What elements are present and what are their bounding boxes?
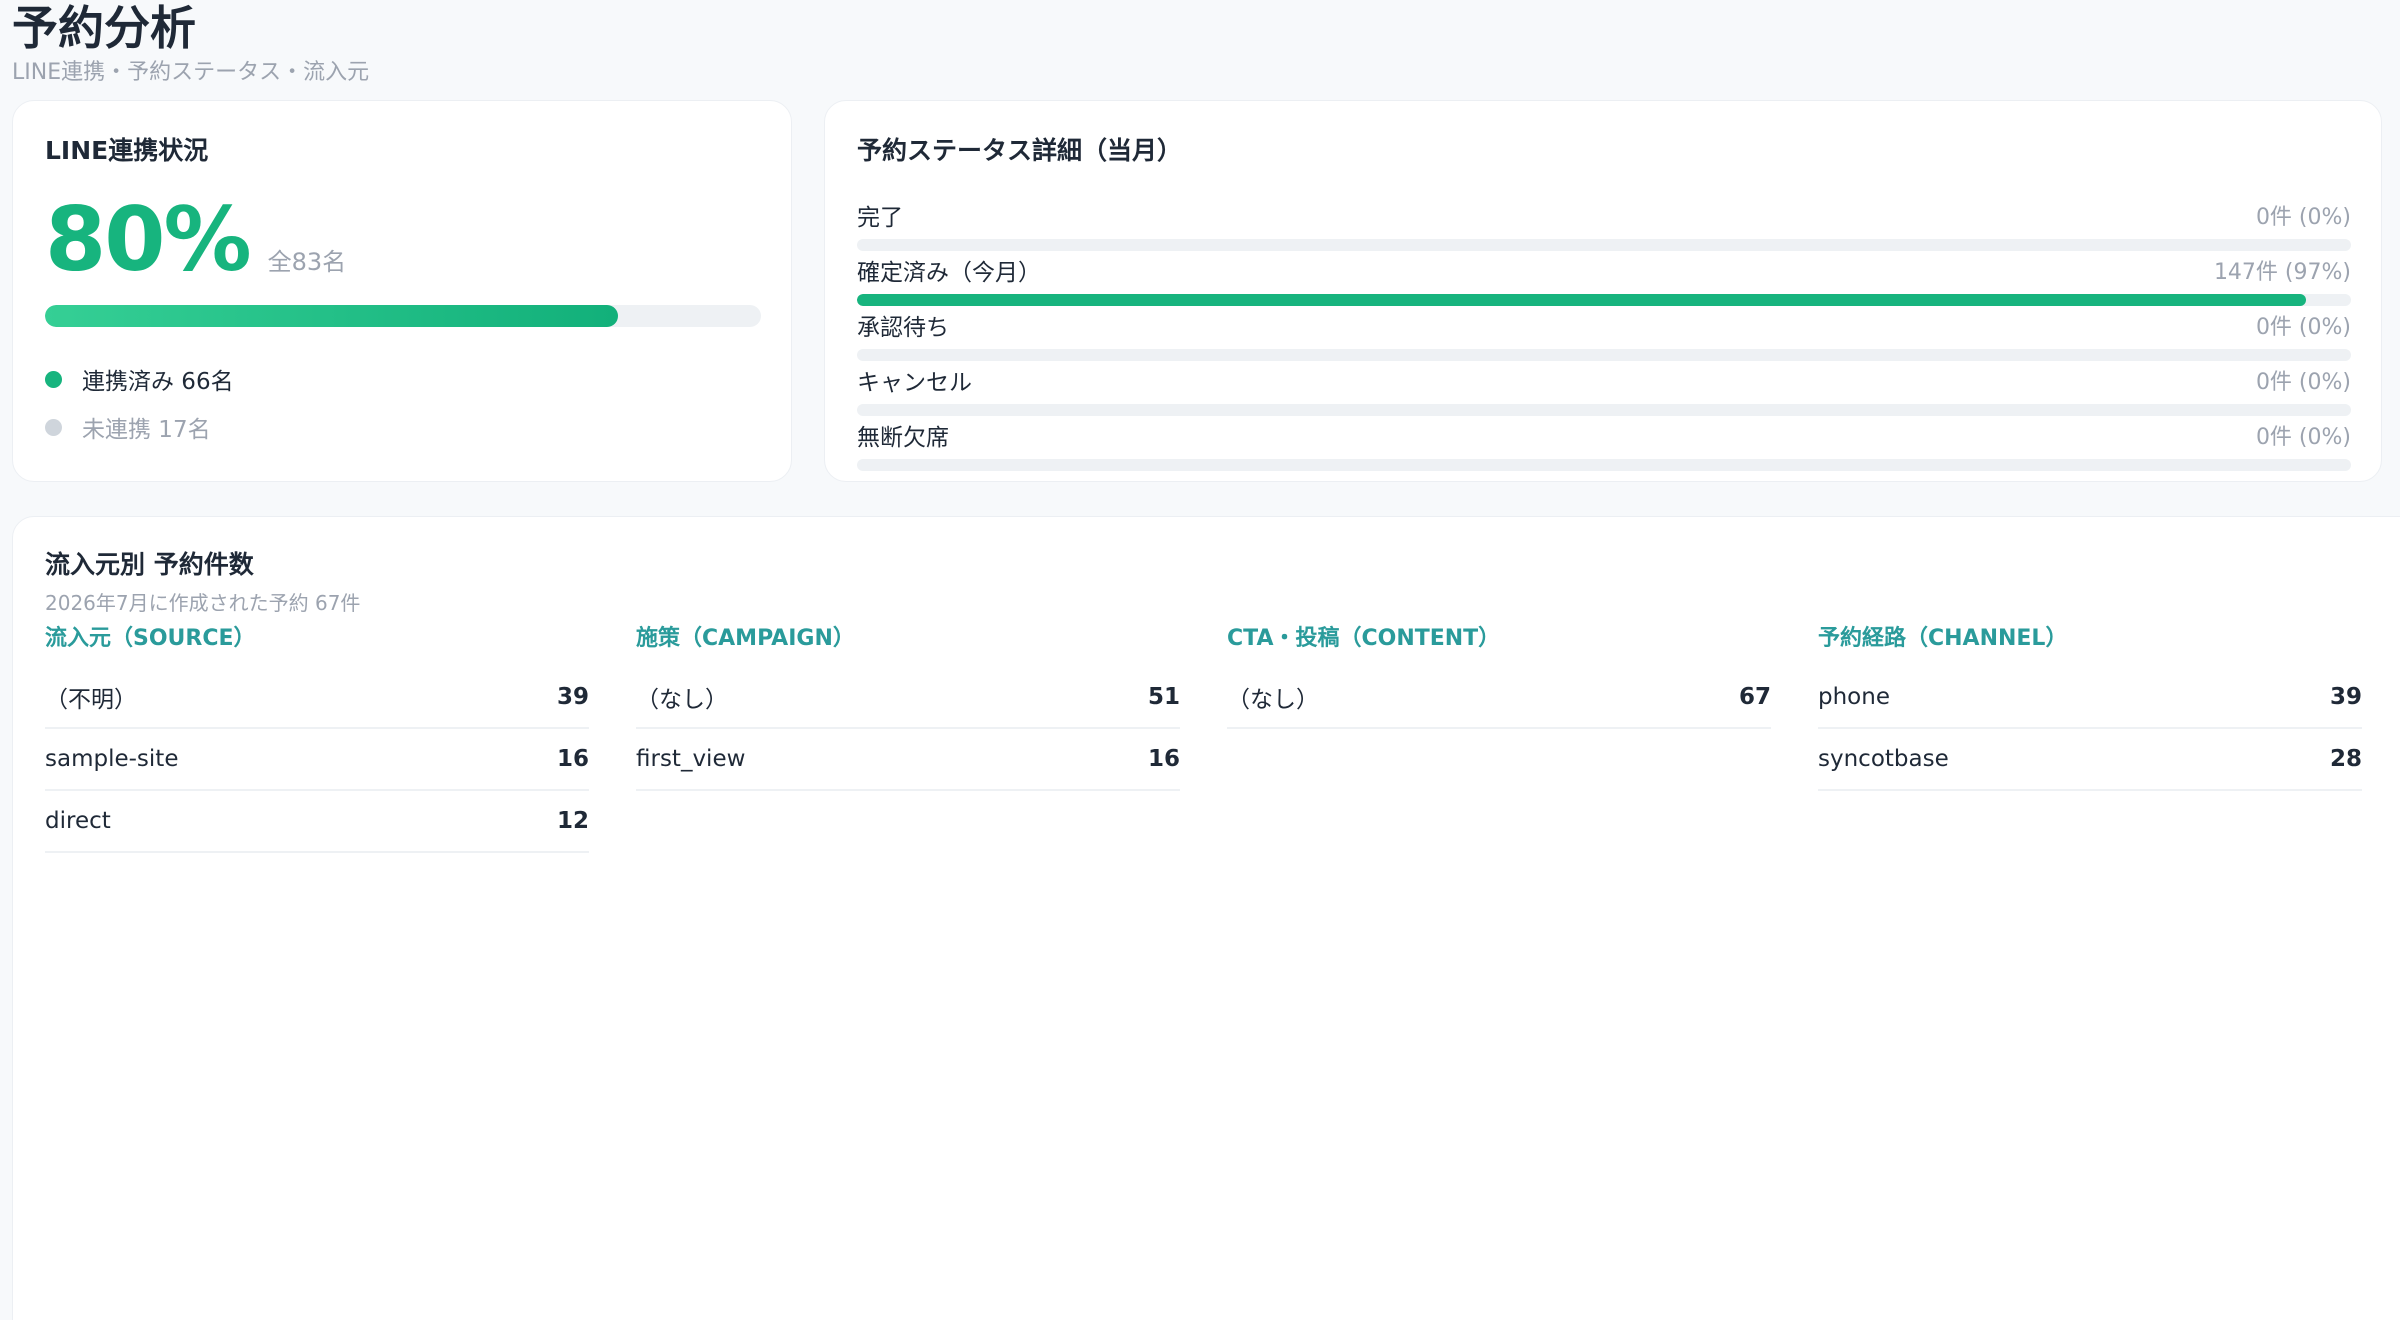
column-title: 施策（CAMPAIGN）	[636, 626, 855, 651]
page-subtitle: LINE連携・予約ステータス・流入元	[12, 60, 370, 85]
column-source: 流入元（SOURCE） （不明） 39 sample-site 16 direc…	[45, 623, 589, 853]
list-item: （なし） 51	[636, 667, 1180, 729]
list-item-value: 67	[1738, 684, 1771, 710]
status-count: 147件 (97%)	[2213, 260, 2351, 285]
column-content: CTA・投稿（CONTENT） （なし） 67	[1227, 623, 1771, 853]
column-title: CTA・投稿（CONTENT）	[1227, 626, 1501, 651]
status-label: 完了	[857, 205, 903, 231]
legend-item-unlinked: 未連携 17名	[45, 403, 234, 451]
status-count: 0件 (0%)	[2255, 370, 2351, 395]
source-card-title: 流入元別 予約件数	[45, 550, 254, 579]
status-row-confirmed: 確定済み（今月） 147件 (97%)	[857, 254, 2351, 309]
status-row-no-show: 無断欠席 0件 (0%)	[857, 419, 2351, 474]
line-link-progress-track	[45, 305, 761, 327]
list-item: sample-site 16	[45, 729, 589, 791]
unlinked-dot-icon	[45, 418, 62, 436]
list-item-value: 16	[556, 746, 589, 772]
status-row-pending: 承認待ち 0件 (0%)	[857, 309, 2351, 364]
status-row-cancelled: キャンセル 0件 (0%)	[857, 364, 2351, 419]
list-item: phone 39	[1818, 667, 2362, 729]
line-link-stat: 80% 全83名	[45, 185, 346, 295]
status-row-completed: 完了 0件 (0%)	[857, 199, 2351, 254]
column-title: 流入元（SOURCE）	[45, 626, 256, 651]
status-card-title: 予約ステータス詳細（当月）	[857, 136, 1183, 165]
status-progress-track	[857, 459, 2351, 471]
list-item-name: sample-site	[45, 746, 179, 772]
column-channel: 予約経路（CHANNEL） phone 39 syncotbase 28	[1818, 623, 2362, 853]
list-item-value: 28	[2329, 746, 2362, 772]
status-label: 承認待ち	[857, 315, 949, 341]
column-campaign: 施策（CAMPAIGN） （なし） 51 first_view 16	[636, 623, 1180, 853]
legend-linked-label: 連携済み 66名	[82, 369, 234, 395]
page-title: 予約分析	[12, 1, 196, 55]
status-progress-fill	[857, 294, 2307, 306]
status-list: 完了 0件 (0%) 確定済み（今月） 147件 (97%) 承認待ち 0件 (…	[857, 199, 2351, 474]
list-item-name: direct	[45, 808, 111, 834]
list-item-value: 16	[1147, 746, 1180, 772]
list-item-name: first_view	[636, 746, 746, 772]
list-item: syncotbase 28	[1818, 729, 2362, 791]
list-item-value: 51	[1147, 684, 1180, 710]
status-count: 0件 (0%)	[2255, 315, 2351, 340]
page-header: 予約分析 LINE連携・予約ステータス・流入元	[12, 0, 369, 88]
list-item: direct 12	[45, 791, 589, 853]
list-item-name: phone	[1818, 684, 1890, 710]
source-card-subtitle: 2026年7月に作成された予約 67件	[45, 591, 361, 615]
source-breakdown-card: 流入元別 予約件数 2026年7月に作成された予約 67件 流入元（SOURCE…	[12, 516, 2400, 1320]
list-item: （なし） 67	[1227, 667, 1771, 729]
list-item-name: （不明）	[45, 687, 137, 713]
list-item-value: 12	[556, 808, 589, 834]
status-progress-track	[857, 239, 2351, 251]
status-count: 0件 (0%)	[2255, 205, 2351, 230]
line-card-title: LINE連携状況	[45, 136, 209, 165]
list-item-name: syncotbase	[1818, 746, 1949, 772]
source-columns: 流入元（SOURCE） （不明） 39 sample-site 16 direc…	[45, 623, 2400, 853]
column-title: 予約経路（CHANNEL）	[1818, 626, 2068, 651]
list-item-value: 39	[556, 684, 589, 710]
line-link-legend: 連携済み 66名 未連携 17名	[45, 355, 234, 451]
status-label: 無断欠席	[857, 425, 949, 451]
legend-item-linked: 連携済み 66名	[45, 355, 234, 403]
list-item-value: 39	[2329, 684, 2362, 710]
analytics-page: 予約分析 LINE連携・予約ステータス・流入元 LINE連携状況 80% 全83…	[0, 0, 2400, 1320]
list-item: first_view 16	[636, 729, 1180, 791]
linked-dot-icon	[45, 370, 62, 388]
status-progress-track	[857, 349, 2351, 361]
list-item-name: （なし）	[636, 687, 728, 713]
list-item: （不明） 39	[45, 667, 589, 729]
status-progress-track	[857, 404, 2351, 416]
reservation-status-card: 予約ステータス詳細（当月） 完了 0件 (0%) 確定済み（今月） 147件 (…	[824, 100, 2382, 482]
status-label: キャンセル	[857, 370, 972, 396]
line-link-percent: 80%	[45, 188, 252, 291]
line-link-total: 全83名	[267, 248, 347, 276]
status-progress-track	[857, 294, 2351, 306]
list-item-name: （なし）	[1227, 687, 1319, 713]
line-link-progress-fill	[45, 305, 618, 327]
status-label: 確定済み（今月）	[857, 260, 1041, 286]
line-link-card: LINE連携状況 80% 全83名 連携済み 66名 未連携 17名	[12, 100, 792, 482]
status-count: 0件 (0%)	[2255, 425, 2351, 450]
legend-unlinked-label: 未連携 17名	[82, 417, 211, 443]
